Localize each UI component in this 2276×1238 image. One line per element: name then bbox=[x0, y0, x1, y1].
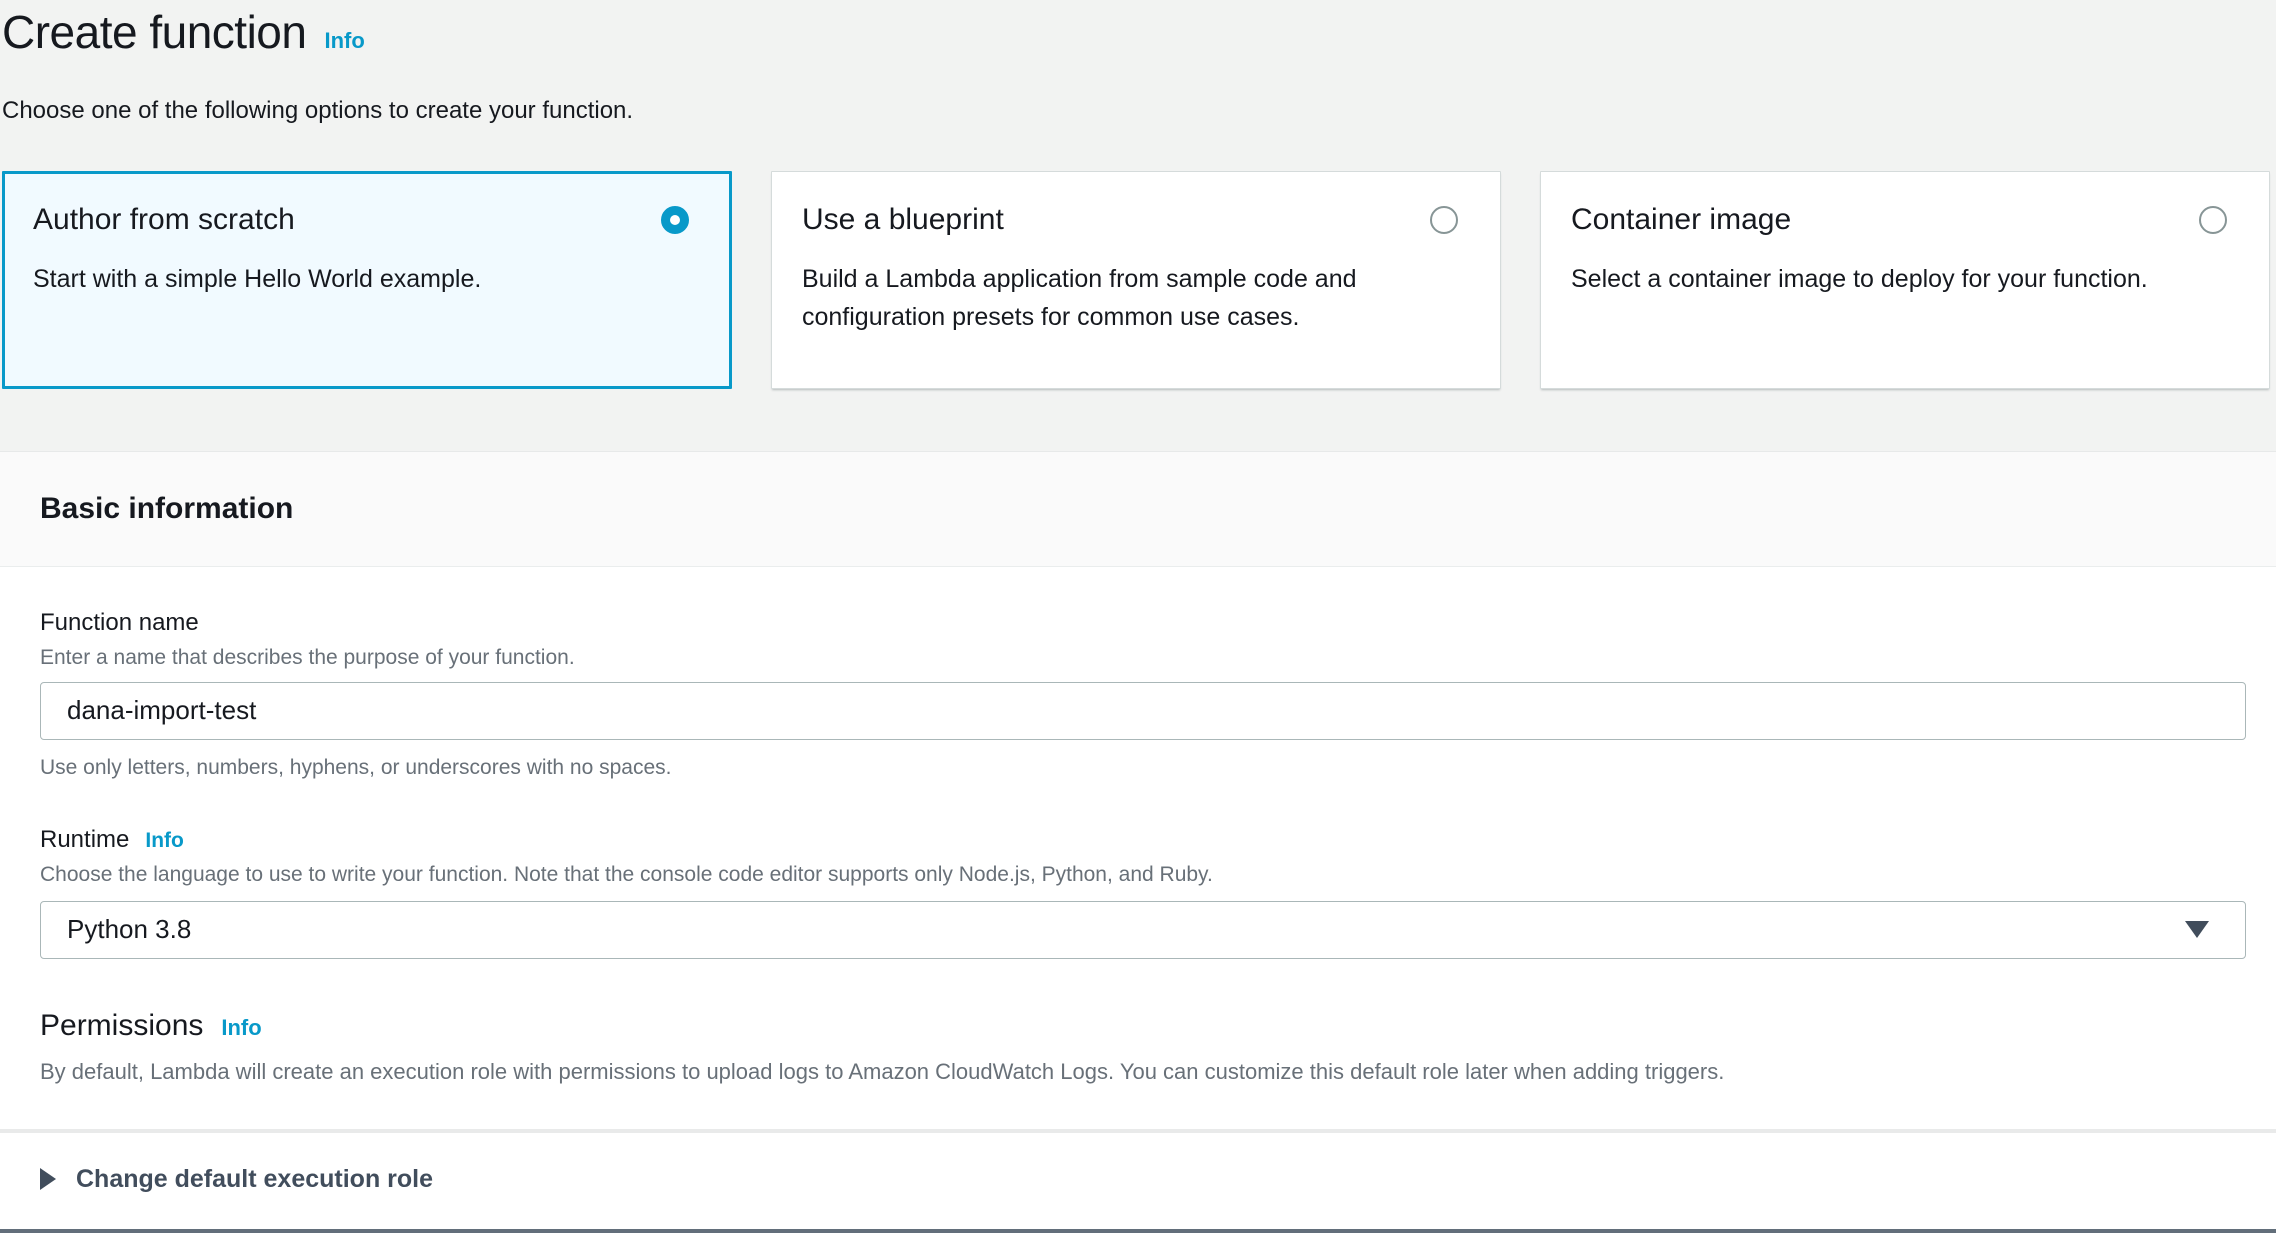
chevron-down-icon bbox=[2185, 921, 2209, 938]
page-header: Create function Info Choose one of the f… bbox=[0, 0, 2276, 125]
runtime-label: Runtime bbox=[40, 826, 129, 854]
card-description: Start with a simple Hello World example. bbox=[33, 260, 701, 298]
bottom-section-divider bbox=[0, 1229, 2276, 1233]
card-title: Author from scratch bbox=[33, 202, 295, 238]
permissions-section: Permissions Info By default, Lambda will… bbox=[40, 1009, 2246, 1085]
runtime-selected-value: Python 3.8 bbox=[67, 914, 191, 945]
function-name-input[interactable] bbox=[40, 682, 2246, 740]
function-name-constraint: Use only letters, numbers, hyphens, or u… bbox=[40, 756, 2246, 780]
card-container-image[interactable]: Container image Select a container image… bbox=[1540, 171, 2270, 389]
author-from-scratch-radio-selected[interactable] bbox=[661, 206, 689, 234]
card-description: Build a Lambda application from sample c… bbox=[802, 260, 1470, 336]
runtime-info-link[interactable]: Info bbox=[145, 829, 183, 853]
expand-caret-icon bbox=[40, 1168, 56, 1190]
card-title: Use a blueprint bbox=[802, 202, 1004, 238]
card-use-a-blueprint[interactable]: Use a blueprint Build a Lambda applicati… bbox=[771, 171, 1501, 389]
creation-option-cards: Author from scratch Start with a simple … bbox=[2, 171, 2270, 389]
runtime-field: Runtime Info Choose the language to use … bbox=[40, 826, 2246, 959]
card-description: Select a container image to deploy for y… bbox=[1571, 260, 2239, 298]
section-title: Basic information bbox=[40, 492, 293, 526]
card-title: Container image bbox=[1571, 202, 1791, 238]
basic-information-body: Function name Enter a name that describe… bbox=[0, 567, 2276, 1238]
page-subtitle: Choose one of the following options to c… bbox=[2, 97, 2270, 125]
basic-information-header: Basic information bbox=[0, 451, 2276, 567]
page-title: Create function bbox=[2, 6, 306, 59]
expander-label: Change default execution role bbox=[76, 1165, 433, 1194]
permissions-title: Permissions bbox=[40, 1009, 203, 1043]
container-image-radio[interactable] bbox=[2199, 206, 2227, 234]
permissions-description: By default, Lambda will create an execut… bbox=[40, 1059, 2246, 1085]
change-default-execution-role-expander[interactable]: Change default execution role bbox=[40, 1133, 2246, 1194]
permissions-info-link[interactable]: Info bbox=[221, 1015, 261, 1041]
basic-information-panel: Basic information Function name Enter a … bbox=[0, 451, 2276, 1238]
runtime-description: Choose the language to use to write your… bbox=[40, 863, 2246, 887]
function-name-description: Enter a name that describes the purpose … bbox=[40, 646, 2246, 670]
function-name-field: Function name Enter a name that describe… bbox=[40, 609, 2246, 780]
function-name-label: Function name bbox=[40, 609, 2246, 637]
use-a-blueprint-radio[interactable] bbox=[1430, 206, 1458, 234]
create-function-info-link[interactable]: Info bbox=[324, 28, 364, 54]
card-author-from-scratch[interactable]: Author from scratch Start with a simple … bbox=[2, 171, 732, 389]
runtime-select[interactable]: Python 3.8 bbox=[40, 901, 2246, 959]
